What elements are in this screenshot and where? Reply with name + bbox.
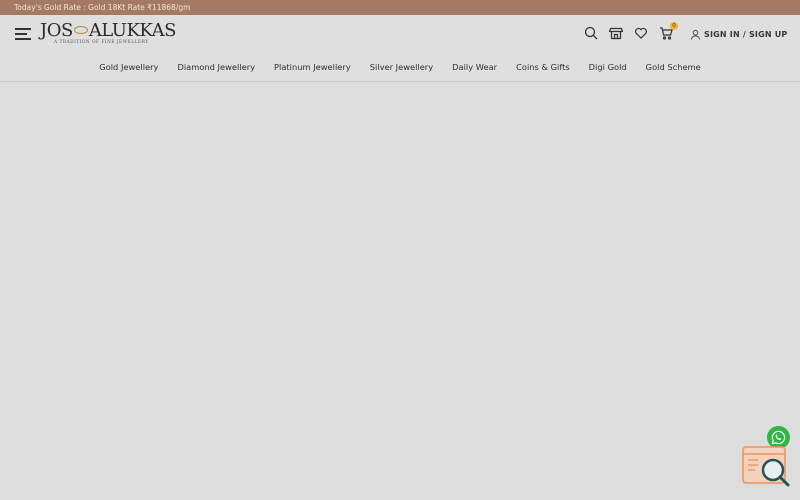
gold-rate-text: Today's Gold Rate : Gold 18Kt Rate ₹1186… — [14, 3, 191, 12]
nav-item-coins-gifts[interactable]: Coins & Gifts — [516, 62, 570, 72]
nav-item-gold-jewellery[interactable]: Gold Jewellery — [99, 62, 158, 72]
nav-item-diamond-jewellery[interactable]: Diamond Jewellery — [177, 62, 255, 72]
signin-button[interactable]: SIGN IN / SIGN UP — [690, 27, 788, 41]
signin-label: SIGN IN / SIGN UP — [704, 29, 788, 39]
cart-icon[interactable]: 0 — [659, 22, 678, 40]
gold-rate-bar: Today's Gold Rate : Gold 18Kt Rate ₹1186… — [0, 0, 800, 15]
nav-item-digi-gold[interactable]: Digi Gold — [589, 62, 627, 72]
store-icon[interactable] — [609, 26, 623, 40]
search-icon[interactable] — [584, 26, 598, 40]
nav-item-platinum-jewellery[interactable]: Platinum Jewellery — [274, 62, 351, 72]
hamburger-menu-icon[interactable] — [15, 28, 31, 40]
logo-name-right: ALUKKAS — [88, 20, 177, 41]
site-header: JOS ALUKKAS A TRADITION OF FINE JEWELLERY… — [0, 15, 800, 52]
main-nav: Gold Jewellery Diamond Jewellery Platinu… — [0, 52, 800, 82]
nav-item-silver-jewellery[interactable]: Silver Jewellery — [370, 62, 433, 72]
main-content-area — [0, 82, 800, 500]
chat-search-icon[interactable] — [742, 445, 792, 487]
logo-emblem-icon — [73, 26, 88, 34]
heart-icon[interactable] — [634, 26, 648, 40]
brand-logo[interactable]: JOS ALUKKAS A TRADITION OF FINE JEWELLERY — [40, 20, 177, 48]
nav-item-daily-wear[interactable]: Daily Wear — [452, 62, 497, 72]
nav-item-gold-scheme[interactable]: Gold Scheme — [646, 62, 701, 72]
logo-name-left: JOS — [40, 20, 73, 41]
user-icon — [690, 29, 701, 40]
logo-wordmark: JOS ALUKKAS — [40, 20, 177, 41]
cart-count-badge: 0 — [670, 22, 678, 30]
